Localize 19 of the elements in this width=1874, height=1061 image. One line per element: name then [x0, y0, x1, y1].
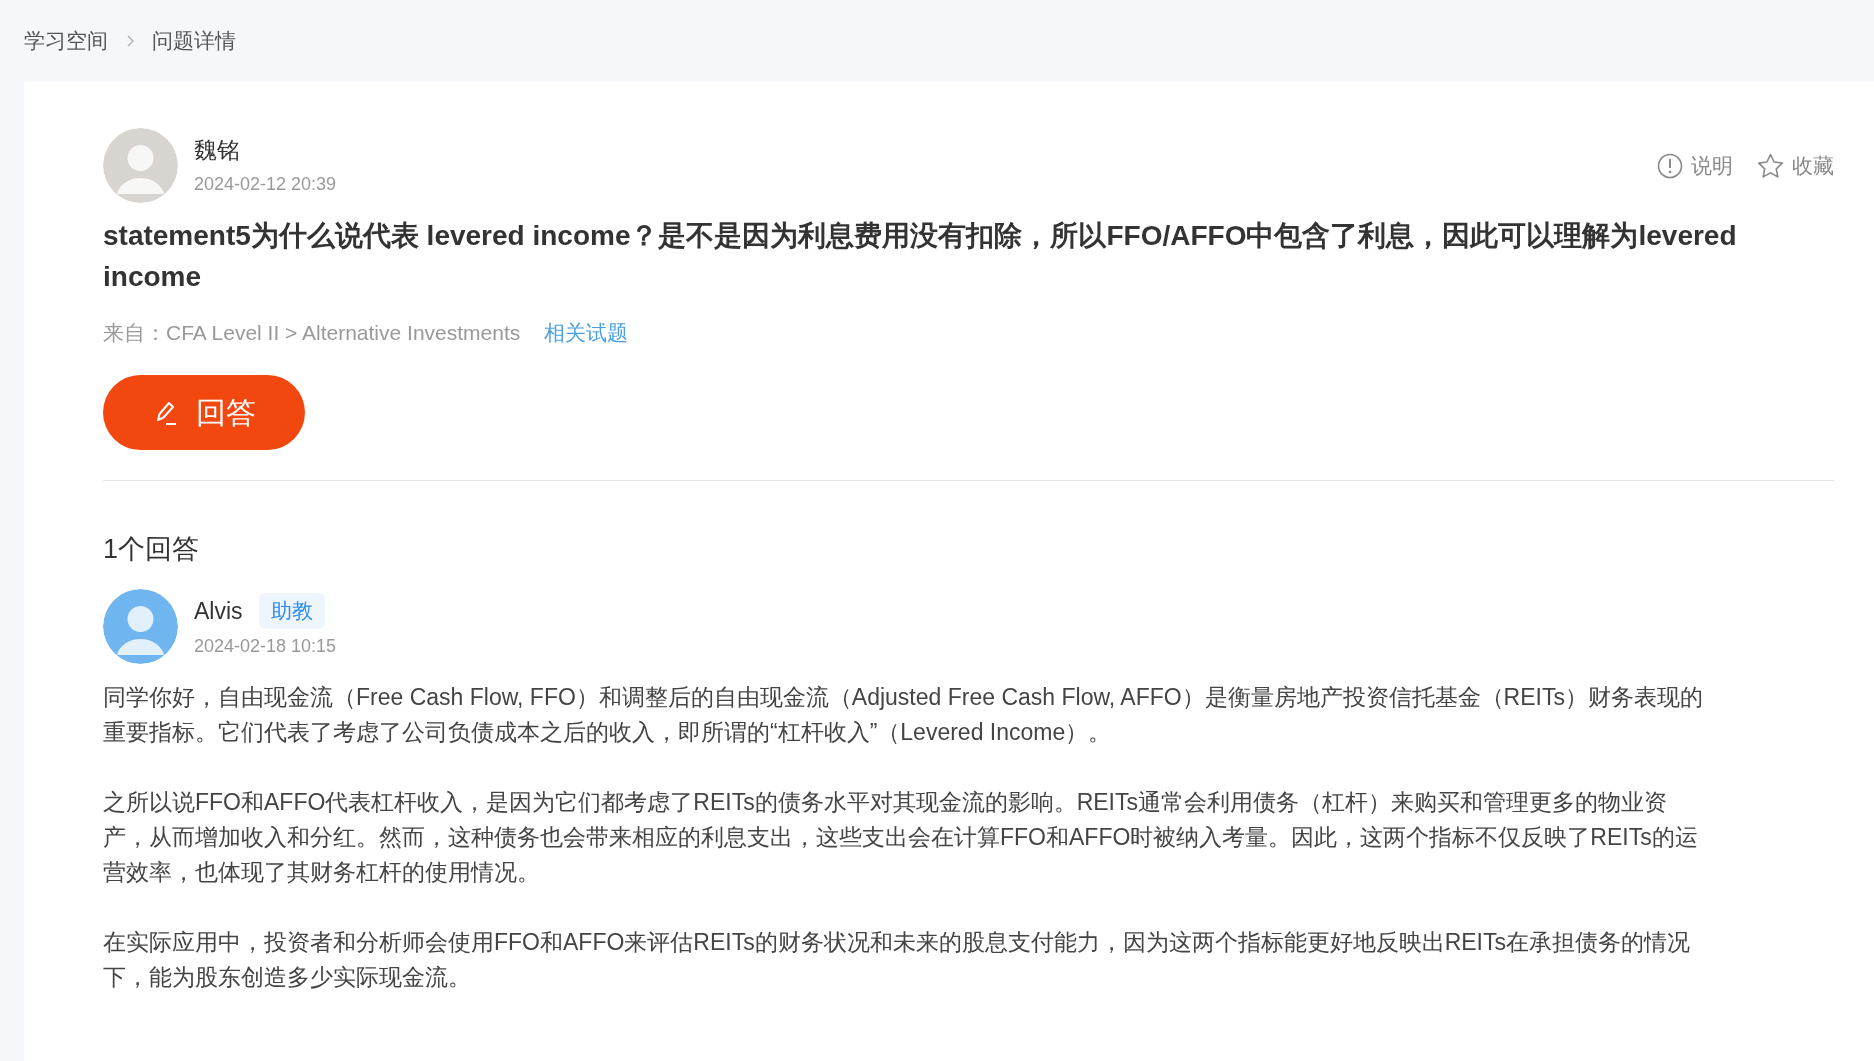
- role-badge: 助教: [258, 593, 325, 629]
- post-date: 2024-02-18 10:15: [194, 634, 337, 658]
- breadcrumb-item: 问题详情: [152, 28, 236, 55]
- action-link[interactable]: 收藏: [1757, 149, 1834, 182]
- question-title: statement5为什么说代表 levered income？是不是因为利息费用没有扣除，所以FFO/AFFO中包含了利息，因此可以理解为levered income: [103, 219, 1738, 294]
- answer-paragraph: 在实际应用中，投资者和分析师会使用FFO和AFFO来评估REITs的财务状况和未来的股息支付能力，因为这两个指标能更好地反映出REITs在承担债务的情况下，能为股东创造多少实际现金流。: [103, 928, 1691, 992]
- info-icon: [1657, 152, 1683, 179]
- user-name: Alvis: [194, 596, 243, 626]
- post-date: 2024-02-12 20:39: [194, 173, 337, 197]
- answer-button[interactable]: 回答: [103, 374, 305, 450]
- user-name: 魏铭: [194, 135, 240, 165]
- action-link[interactable]: 说明: [1657, 149, 1733, 182]
- breadcrumb-item[interactable]: 学习空间: [24, 25, 108, 57]
- answer-paragraph: 同学你好，自由现金流（Free Cash Flow, FFO）和调整后的自由现金流（Adjusted Free Cash Flow, AFFO）是衡量房地产投资信托基金（REITs）财务表现的重要指标。它们代表了考虑了公司负债成本之后的收入，即所谓的“杠杆收入”（Levered Income）。: [103, 683, 1703, 747]
- star-icon: [1757, 152, 1784, 179]
- answers-heading: 1个回答: [103, 532, 201, 566]
- answer-paragraph: 之所以说FFO和AFFO代表杠杆收入，是因为它们都考虑了REITs的债务水平对其现金流的影响。REITs通常会利用债务（杠杆）来购买和管理更多的物业资产，从而增加收入和分红。然而，这种债务也会带来相应的利息支出，这些支出会在计算FFO和AFFO时被纳入考量。因此，这两个指标不仅反映了REITs的运营效率，也体现了其财务杠杆的使用情况。: [103, 788, 1699, 887]
- source-text: 来自：CFA Level II > Alternative Investments: [103, 320, 521, 346]
- related-link[interactable]: 相关试题: [544, 317, 629, 349]
